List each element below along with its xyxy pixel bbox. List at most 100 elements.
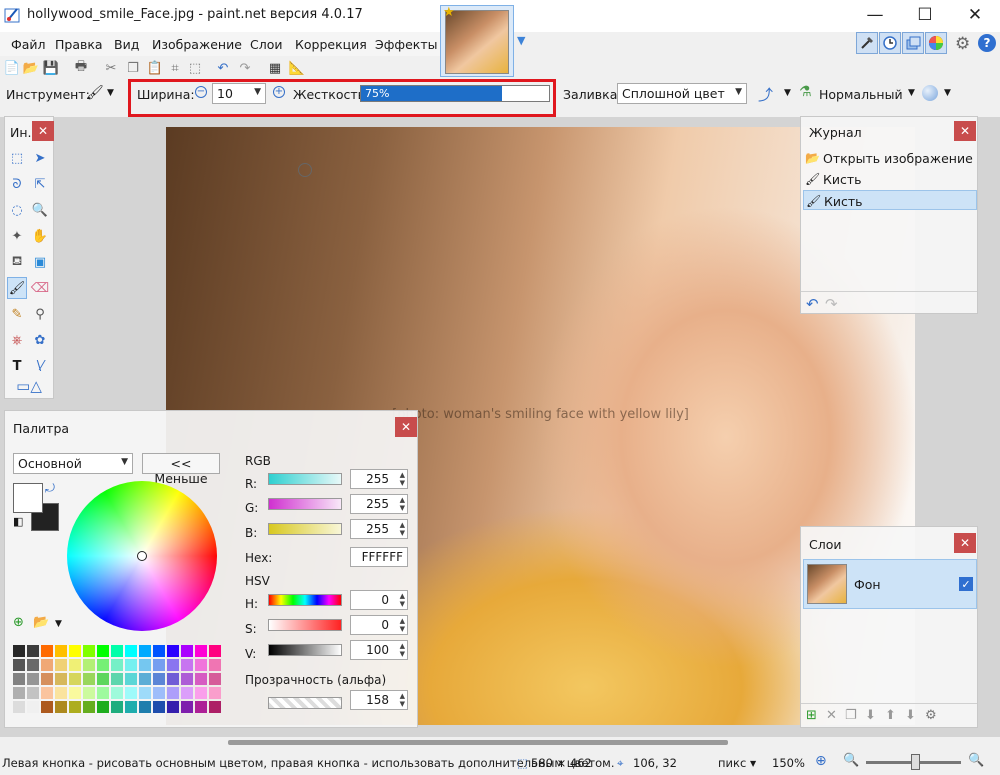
- hue-slider[interactable]: [268, 594, 342, 606]
- palette-swatch[interactable]: [69, 687, 81, 699]
- palette-swatch[interactable]: [111, 687, 123, 699]
- palette-swatch[interactable]: [125, 645, 137, 657]
- cut-icon[interactable]: ✂: [102, 59, 120, 77]
- hue-value-input[interactable]: 0 ▲ ▼: [350, 590, 408, 610]
- palette-swatch[interactable]: [13, 673, 25, 685]
- palette-swatch[interactable]: [97, 659, 109, 671]
- close-window-button[interactable]: ✕: [955, 2, 995, 28]
- deselect-icon[interactable]: ⬚: [186, 59, 204, 77]
- palette-swatch[interactable]: [209, 673, 221, 685]
- shapes-icon[interactable]: ▭△: [9, 375, 49, 397]
- history-item[interactable]: 🖌 Кисть: [803, 169, 977, 189]
- palette-swatch[interactable]: [69, 701, 81, 713]
- pan-icon[interactable]: ✋: [30, 225, 50, 247]
- text-tool-icon[interactable]: T: [7, 355, 27, 377]
- gradient-icon[interactable]: ▣: [30, 251, 50, 273]
- tools-window-toggle-icon[interactable]: [856, 32, 878, 54]
- lasso-select-icon[interactable]: ᘐ: [7, 173, 27, 195]
- palette-swatch[interactable]: [55, 687, 67, 699]
- menu-image[interactable]: Изображение: [152, 37, 242, 52]
- menu-view[interactable]: Вид: [114, 37, 139, 52]
- palette-swatch[interactable]: [181, 645, 193, 657]
- menu-effects[interactable]: Эффекты: [375, 37, 438, 52]
- close-history-panel-icon[interactable]: ✕: [954, 121, 976, 141]
- color-wheel[interactable]: [67, 481, 217, 631]
- layer-row[interactable]: Фон ✓: [803, 559, 977, 609]
- less-button[interactable]: << Меньше: [142, 453, 220, 486]
- palette-swatch[interactable]: [167, 645, 179, 657]
- spin-arrows-icon[interactable]: ▲ ▼: [400, 642, 405, 658]
- line-curve-icon[interactable]: \⁄: [30, 355, 50, 377]
- history-item[interactable]: 📂 Открыть изображение: [803, 148, 977, 168]
- palette-swatch[interactable]: [111, 701, 123, 713]
- delete-layer-icon[interactable]: ✕: [826, 708, 837, 723]
- palette-swatch[interactable]: [27, 645, 39, 657]
- image-tab[interactable]: ★: [440, 5, 514, 77]
- palette-swatch[interactable]: [69, 659, 81, 671]
- palette-swatch[interactable]: [13, 687, 25, 699]
- alpha-slider[interactable]: [268, 697, 342, 709]
- saturation-slider[interactable]: [268, 619, 342, 631]
- palette-swatch[interactable]: [83, 659, 95, 671]
- color-picker-icon[interactable]: ⚲: [30, 303, 50, 325]
- merge-layer-down-icon[interactable]: ⬇: [865, 708, 876, 723]
- palette-swatch[interactable]: [181, 659, 193, 671]
- swap-colors-icon[interactable]: ⤾: [45, 481, 55, 496]
- palette-mode-combo[interactable]: Основной ▼: [13, 453, 133, 474]
- grid-icon[interactable]: ▦: [266, 59, 284, 77]
- hex-value-input[interactable]: FFFFFF: [350, 547, 408, 567]
- palette-swatch[interactable]: [97, 687, 109, 699]
- units-dropdown-icon[interactable]: ▼: [750, 759, 756, 768]
- ellipse-select-icon[interactable]: ◌: [7, 199, 27, 221]
- palette-swatch[interactable]: [125, 687, 137, 699]
- palette-swatch[interactable]: [195, 645, 207, 657]
- close-palette-panel-icon[interactable]: ✕: [395, 417, 417, 437]
- settings-gear-icon[interactable]: ⚙: [955, 34, 970, 54]
- palette-swatch[interactable]: [125, 673, 137, 685]
- copy-icon[interactable]: ❐: [124, 59, 142, 77]
- zoom-in-icon[interactable]: 🔍: [968, 753, 984, 768]
- selection-quality-icon[interactable]: [922, 85, 938, 101]
- palette-swatch[interactable]: [209, 687, 221, 699]
- palette-swatch[interactable]: [41, 701, 53, 713]
- palette-swatch[interactable]: [139, 645, 151, 657]
- layer-visibility-checkbox[interactable]: ✓: [959, 577, 973, 591]
- palette-swatch[interactable]: [41, 659, 53, 671]
- palette-swatch[interactable]: [153, 673, 165, 685]
- paintbrush-tool-icon[interactable]: 🖌: [7, 277, 27, 299]
- palette-swatch[interactable]: [83, 701, 95, 713]
- horizontal-scrollbar[interactable]: [228, 740, 728, 745]
- palette-swatch[interactable]: [195, 659, 207, 671]
- color-wheel-marker[interactable]: [137, 551, 147, 561]
- antialiasing-icon[interactable]: ⤴: [758, 84, 773, 105]
- selection-quality-dropdown-icon[interactable]: ▼: [944, 88, 951, 98]
- new-file-icon[interactable]: 📄: [3, 59, 21, 77]
- layers-window-toggle-icon[interactable]: [902, 32, 924, 54]
- layer-properties-icon[interactable]: ⚙: [925, 708, 937, 723]
- red-slider[interactable]: [268, 473, 342, 485]
- palette-swatch[interactable]: [55, 673, 67, 685]
- red-value-input[interactable]: 255 ▲ ▼: [350, 469, 408, 489]
- palette-swatch[interactable]: [83, 687, 95, 699]
- palette-swatch[interactable]: [97, 673, 109, 685]
- palette-swatch[interactable]: [55, 645, 67, 657]
- close-layers-panel-icon[interactable]: ✕: [954, 533, 976, 553]
- palette-swatch[interactable]: [69, 645, 81, 657]
- history-item-selected[interactable]: 🖌 Кисть: [803, 190, 977, 210]
- palette-swatch[interactable]: [195, 673, 207, 685]
- zoom-level[interactable]: 150%: [772, 756, 805, 770]
- palette-swatch[interactable]: [139, 687, 151, 699]
- rectangle-select-icon[interactable]: ⬚: [7, 147, 27, 169]
- antialiasing-dropdown-icon[interactable]: ▼: [784, 88, 791, 98]
- menu-file[interactable]: Файл: [11, 37, 46, 52]
- reset-colors-icon[interactable]: ◧: [13, 515, 23, 528]
- alpha-value-input[interactable]: 158 ▲ ▼: [350, 690, 408, 710]
- paintnet-app-icon[interactable]: [4, 6, 22, 24]
- palette-swatch[interactable]: [41, 673, 53, 685]
- spin-arrows-icon[interactable]: ▲ ▼: [400, 496, 405, 512]
- palette-swatch-grid[interactable]: [13, 645, 223, 717]
- add-layer-icon[interactable]: ⊞: [806, 708, 817, 723]
- minimize-button[interactable]: —: [855, 2, 895, 28]
- spin-arrows-icon[interactable]: ▲ ▼: [400, 617, 405, 633]
- palette-swatch[interactable]: [83, 645, 95, 657]
